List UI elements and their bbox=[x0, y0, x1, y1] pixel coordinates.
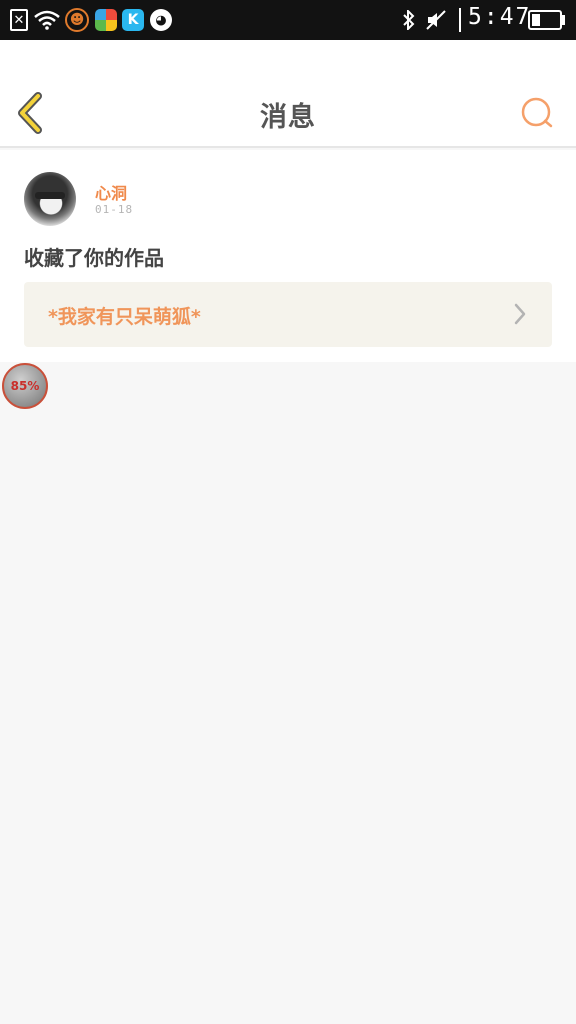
status-bar: ✕ ☻ K ◕ 5:47 bbox=[0, 0, 576, 40]
chevron-right-icon bbox=[514, 303, 526, 325]
work-link[interactable]: *我家有只呆萌狐* bbox=[24, 282, 552, 347]
avatar-glasses bbox=[35, 192, 65, 199]
close-icon: ✕ bbox=[10, 9, 28, 31]
pie-app-icon bbox=[95, 9, 117, 31]
cat-app-icon: ◕ bbox=[150, 9, 172, 31]
avatar[interactable] bbox=[24, 172, 76, 226]
progress-label: 85% bbox=[10, 379, 40, 393]
search-button[interactable] bbox=[520, 96, 554, 130]
battery-tip bbox=[562, 15, 565, 25]
wifi-icon bbox=[34, 9, 60, 31]
battery-icon bbox=[528, 10, 562, 30]
page-title: 消息 bbox=[260, 102, 316, 133]
status-time: 5:47 bbox=[468, 4, 532, 30]
status-divider bbox=[459, 8, 461, 32]
app-header: 消息 bbox=[0, 40, 576, 148]
message-card: 心洞 01-18 收藏了你的作品 *我家有只呆萌狐* bbox=[0, 150, 576, 362]
search-icon bbox=[521, 97, 553, 128]
smiley-app-icon: ☻ bbox=[65, 8, 89, 32]
battery-level bbox=[532, 14, 540, 26]
message-username[interactable]: 心洞 bbox=[95, 180, 127, 204]
floating-progress-badge[interactable]: 85% bbox=[2, 363, 48, 409]
mute-icon bbox=[424, 9, 448, 31]
k-app-icon: K bbox=[122, 9, 144, 31]
message-action-text: 收藏了你的作品 bbox=[24, 246, 164, 270]
work-title: *我家有只呆萌狐* bbox=[48, 306, 201, 328]
bluetooth-icon bbox=[400, 9, 418, 31]
message-time: 01-18 bbox=[95, 203, 134, 216]
